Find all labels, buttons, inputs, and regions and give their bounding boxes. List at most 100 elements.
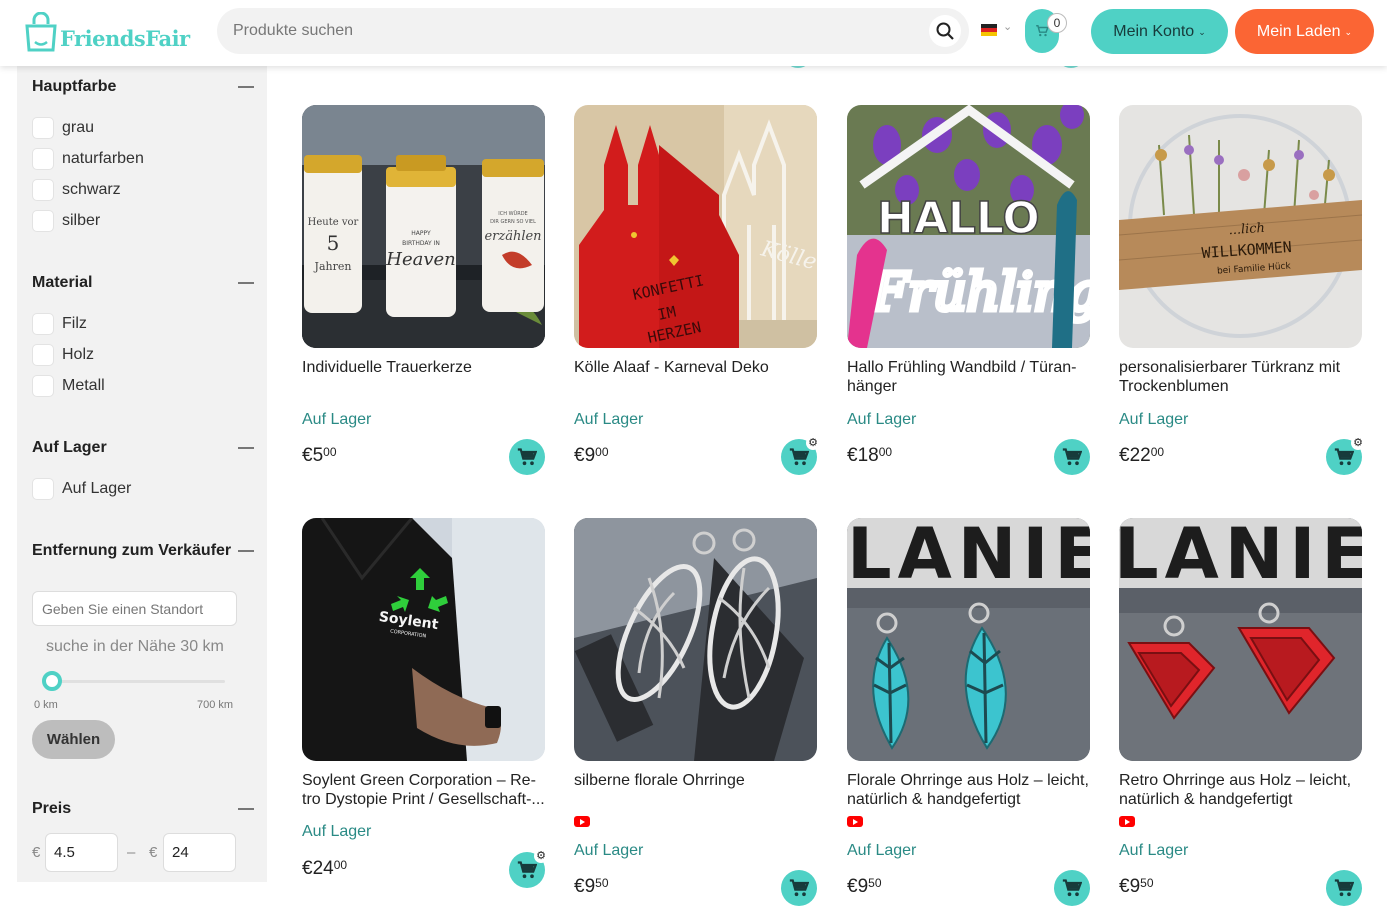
stock-status: Auf Lager xyxy=(1119,411,1189,428)
youtube-icon[interactable] xyxy=(847,816,863,827)
product-image[interactable]: LANIE xyxy=(1119,518,1362,761)
account-button[interactable]: Mein Konto ⌄ xyxy=(1091,9,1228,54)
price-max-input[interactable] xyxy=(163,833,236,872)
slider-max-label: 700 km xyxy=(197,699,234,711)
checkbox[interactable] xyxy=(32,116,54,139)
svg-text:ICH WÜRDE: ICH WÜRDE xyxy=(498,210,527,217)
distance-slider-track[interactable] xyxy=(45,680,225,683)
product-image[interactable]: LANIE xyxy=(847,518,1090,761)
search-input[interactable] xyxy=(217,8,907,54)
currency-label: € xyxy=(32,844,41,861)
checkbox[interactable] xyxy=(32,147,54,170)
filter-option-silber[interactable]: silber xyxy=(32,205,254,236)
filter-color: Hauptfarbe grau naturfarben schwarz silb… xyxy=(32,77,254,236)
product-image[interactable]: Kölle KONFETTI IM HERZEN xyxy=(574,105,817,348)
product-title[interactable]: personalisierbarer Türkranz mit Trockenb… xyxy=(1119,358,1362,396)
product-title[interactable]: Individuelle Trauerkerze xyxy=(302,358,545,377)
svg-text:IM: IM xyxy=(656,303,677,324)
collapse-icon[interactable] xyxy=(238,86,254,88)
product-image[interactable]: Heute vor 5 Jahren HAPPY BIRTHDAY IN Hea… xyxy=(302,105,545,348)
product-price: €900 xyxy=(574,445,609,466)
checkbox[interactable] xyxy=(32,312,54,335)
filter-option-metall[interactable]: Metall xyxy=(32,370,254,401)
product-title[interactable]: Kölle Alaaf - Karneval Deko xyxy=(574,358,817,377)
chevron-down-icon: ⌄ xyxy=(1344,27,1353,37)
collapse-icon[interactable] xyxy=(238,808,254,810)
product-title[interactable]: Soylent Green Corporation – Re-tro Dysto… xyxy=(302,771,545,809)
checkbox[interactable] xyxy=(32,374,54,397)
svg-text:erzählen: erzählen xyxy=(484,229,541,244)
add-to-cart-button[interactable] xyxy=(509,439,545,475)
svg-text:BIRTHDAY IN: BIRTHDAY IN xyxy=(402,240,440,247)
gear-icon: ⚙ xyxy=(806,436,820,450)
product-title[interactable]: Hallo Frühling Wandbild / Türan-hänger xyxy=(847,358,1090,396)
brand-name: FriendsFair xyxy=(60,26,190,51)
svg-text:DIR GERN SO VIEL: DIR GERN SO VIEL xyxy=(490,219,536,225)
search-bar xyxy=(217,8,969,54)
price-min-input[interactable] xyxy=(45,833,118,872)
add-to-cart-button[interactable] xyxy=(1054,870,1090,906)
german-flag-icon[interactable] xyxy=(981,24,997,36)
product-image[interactable] xyxy=(574,518,817,761)
store-button[interactable]: Mein Laden ⌄ xyxy=(1235,9,1374,54)
svg-text:LANIE: LANIE xyxy=(1119,518,1362,595)
filter-option-holz[interactable]: Holz xyxy=(32,339,254,370)
youtube-icon[interactable] xyxy=(1119,816,1135,827)
filter-material: Material Filz Holz Metall xyxy=(32,273,254,401)
filter-option-filz[interactable]: Filz xyxy=(32,308,254,339)
filter-option-schwarz[interactable]: schwarz xyxy=(32,174,254,205)
checkbox[interactable] xyxy=(32,477,54,500)
add-to-cart-button[interactable]: ⚙ xyxy=(781,436,820,475)
collapse-icon[interactable] xyxy=(238,282,254,284)
location-input[interactable] xyxy=(32,591,237,626)
stock-status: Auf Lager xyxy=(302,823,372,840)
youtube-icon[interactable] xyxy=(574,816,590,827)
cart-icon xyxy=(789,879,809,897)
svg-text:HAPPY: HAPPY xyxy=(411,230,431,237)
checkbox[interactable] xyxy=(32,343,54,366)
product-image[interactable]: ...lich WILLKOMMEN bei Familie Hück xyxy=(1119,105,1362,348)
option-label: grau xyxy=(62,118,95,136)
cart-icon xyxy=(1334,879,1354,897)
filter-option-grau[interactable]: grau xyxy=(32,112,254,143)
chevron-down-icon: ⌄ xyxy=(1198,27,1206,37)
chevron-down-icon[interactable]: ⌄ xyxy=(1003,20,1012,33)
price-range-dash: – xyxy=(127,844,136,861)
option-label: Metall xyxy=(62,376,105,394)
filter-distance: Entfernung zum Verkäufer xyxy=(32,541,254,561)
add-to-cart-button[interactable]: ⚙ xyxy=(1326,436,1365,475)
product-title[interactable]: silberne florale Ohrringe xyxy=(574,771,817,790)
product-price: €950 xyxy=(1119,876,1154,897)
product-image[interactable]: HALLO Frühling xyxy=(847,105,1090,348)
stock-status: Auf Lager xyxy=(847,411,917,428)
product-title[interactable]: Retro Ohrringe aus Holz – leicht, natürl… xyxy=(1119,771,1362,809)
stock-status: Auf Lager xyxy=(1119,842,1189,859)
logo[interactable]: FriendsFair xyxy=(24,12,190,52)
add-to-cart-button[interactable]: ⚙ xyxy=(509,849,548,888)
collapse-icon[interactable] xyxy=(238,550,254,552)
filter-option-auf-lager[interactable]: Auf Lager xyxy=(32,473,254,504)
search-button[interactable] xyxy=(929,15,961,47)
option-label: silber xyxy=(62,211,101,229)
distance-slider-handle[interactable] xyxy=(42,671,62,691)
account-label: Mein Konto xyxy=(1113,22,1195,40)
apply-distance-button[interactable]: Wählen xyxy=(32,720,115,759)
filter-title: Hauptfarbe xyxy=(32,78,117,95)
checkbox[interactable] xyxy=(32,178,54,201)
store-label: Mein Laden xyxy=(1256,22,1341,40)
add-to-cart-button[interactable] xyxy=(781,870,817,906)
gear-icon: ⚙ xyxy=(1351,436,1365,450)
stock-status: Auf Lager xyxy=(574,411,644,428)
add-to-cart-button[interactable] xyxy=(1326,870,1362,906)
add-to-cart-button[interactable] xyxy=(1054,439,1090,475)
filter-option-naturfarben[interactable]: naturfarben xyxy=(32,143,254,174)
cart-icon xyxy=(1334,448,1354,466)
collapse-icon[interactable] xyxy=(238,447,254,449)
svg-text:Heute vor: Heute vor xyxy=(308,217,359,228)
product-price: €2400 xyxy=(302,858,348,879)
svg-text:5: 5 xyxy=(327,231,340,255)
product-title[interactable]: Florale Ohrringe aus Holz – leicht, natü… xyxy=(847,771,1090,809)
option-label: Filz xyxy=(62,314,87,332)
checkbox[interactable] xyxy=(32,209,54,232)
product-image[interactable]: Soylent CORPORATION xyxy=(302,518,545,761)
